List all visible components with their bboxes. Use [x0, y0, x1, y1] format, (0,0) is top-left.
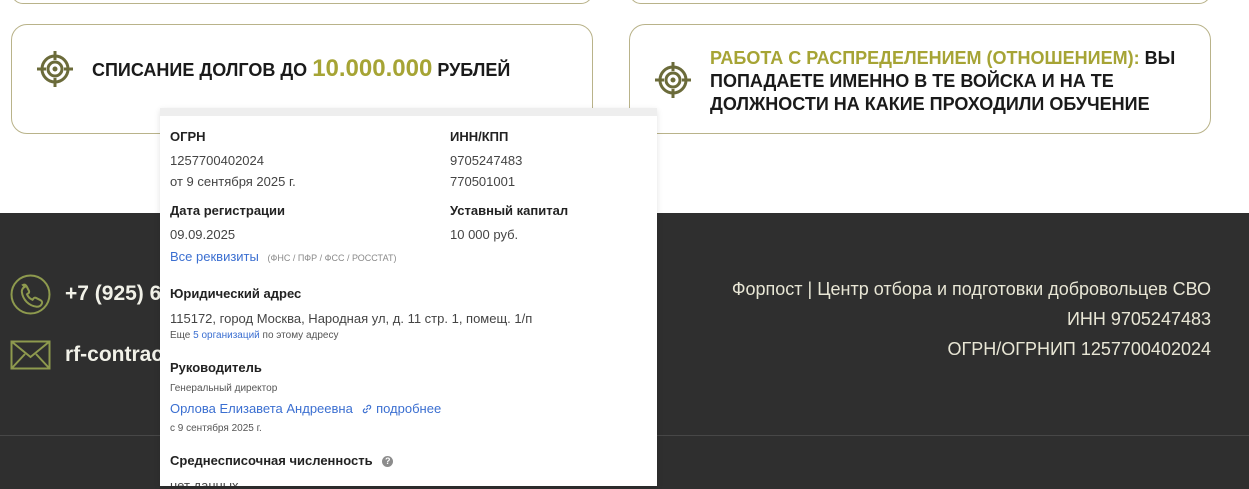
mail-icon [10, 340, 51, 370]
target-icon [655, 62, 691, 98]
link-icon [363, 404, 372, 414]
footer-org-name: Форпост | Центр отбора и подготовки добр… [731, 279, 1211, 299]
head-name-link[interactable]: Орлова Елизавета Андреевна [170, 401, 353, 416]
card-partial-right [629, 0, 1211, 4]
head-row: Орлова Елизавета Андреевна подробнее [170, 401, 441, 416]
ogrn-label: ОГРН [170, 129, 206, 144]
head-since: с 9 сентября 2025 г. [170, 423, 262, 434]
head-position: Генеральный директор [170, 383, 278, 394]
debt-card-text: СПИСАНИЕ ДОЛГОВ ДО 10.000.000 РУБЛЕЙ [92, 55, 511, 82]
staff-label-text: Среднесписочная численность [170, 453, 373, 468]
inn-value: 9705247483 [450, 153, 523, 168]
requisites-note: (ФНС / ПФР / ФСС / РОССТАТ) [267, 253, 397, 263]
help-icon[interactable]: ? [382, 456, 394, 467]
capital-value: 10 000 руб. [450, 227, 519, 242]
address-more-prefix: Еще [170, 330, 191, 341]
distribution-highlight: РАБОТА С РАСПРЕДЕЛЕНИЕМ (ОТНОШЕНИЕМ): [710, 48, 1140, 68]
reg-date-value: 09.09.2025 [170, 227, 236, 242]
debt-prefix: СПИСАНИЕ ДОЛГОВ ДО [92, 60, 308, 80]
distribution-card-text: РАБОТА С РАСПРЕДЕЛЕНИЕМ (ОТНОШЕНИЕМ): ВЫ… [710, 47, 1180, 116]
ogrn-value: 1257700402024 [170, 153, 264, 168]
target-icon [37, 51, 73, 87]
popup-top-bar [160, 108, 657, 116]
phone-icon [10, 274, 51, 315]
head-label: Руководитель [170, 360, 262, 375]
staff-value: нет данных [170, 478, 239, 486]
footer-phone[interactable]: +7 (925) 6 [65, 282, 161, 306]
reg-date-label: Дата регистрации [170, 203, 286, 218]
card-partial-left [11, 0, 593, 4]
inn-kpp-label: ИНН/КПП [450, 129, 509, 144]
debt-suffix: РУБЛЕЙ [437, 60, 511, 80]
debt-amount: 10.000.000 [312, 55, 433, 82]
address-label: Юридический адрес [170, 286, 302, 301]
card-distribution: РАБОТА С РАСПРЕДЕЛЕНИЕМ (ОТНОШЕНИЕМ): ВЫ… [629, 24, 1211, 134]
address-more-link[interactable]: 5 организаций [193, 330, 260, 341]
all-requisites-link[interactable]: Все реквизиты [170, 249, 259, 264]
kpp-value: 770501001 [450, 174, 516, 189]
head-more-label: подробнее [376, 401, 442, 416]
capital-label: Уставный капитал [450, 203, 569, 218]
head-more-link[interactable]: подробнее [362, 401, 441, 416]
footer-inn: ИНН 9705247483 [1066, 309, 1211, 329]
footer-ogrn: ОГРН/ОГРНИП 1257700402024 [947, 339, 1211, 359]
address-value: 115172, город Москва, Народная ул, д. 11… [170, 311, 533, 326]
staff-label: Среднесписочная численность ? [170, 453, 394, 468]
address-more: Еще 5 организаций по этому адресу [170, 330, 338, 341]
address-more-suffix: по этому адресу [262, 330, 339, 341]
company-info-popup: ОГРН 1257700402024 от 9 сентября 2025 г.… [160, 108, 657, 486]
footer-email[interactable]: rf-contrac [65, 343, 163, 367]
ogrn-date: от 9 сентября 2025 г. [170, 174, 296, 189]
all-requisites-row: Все реквизиты (ФНС / ПФР / ФСС / РОССТАТ… [170, 249, 396, 264]
